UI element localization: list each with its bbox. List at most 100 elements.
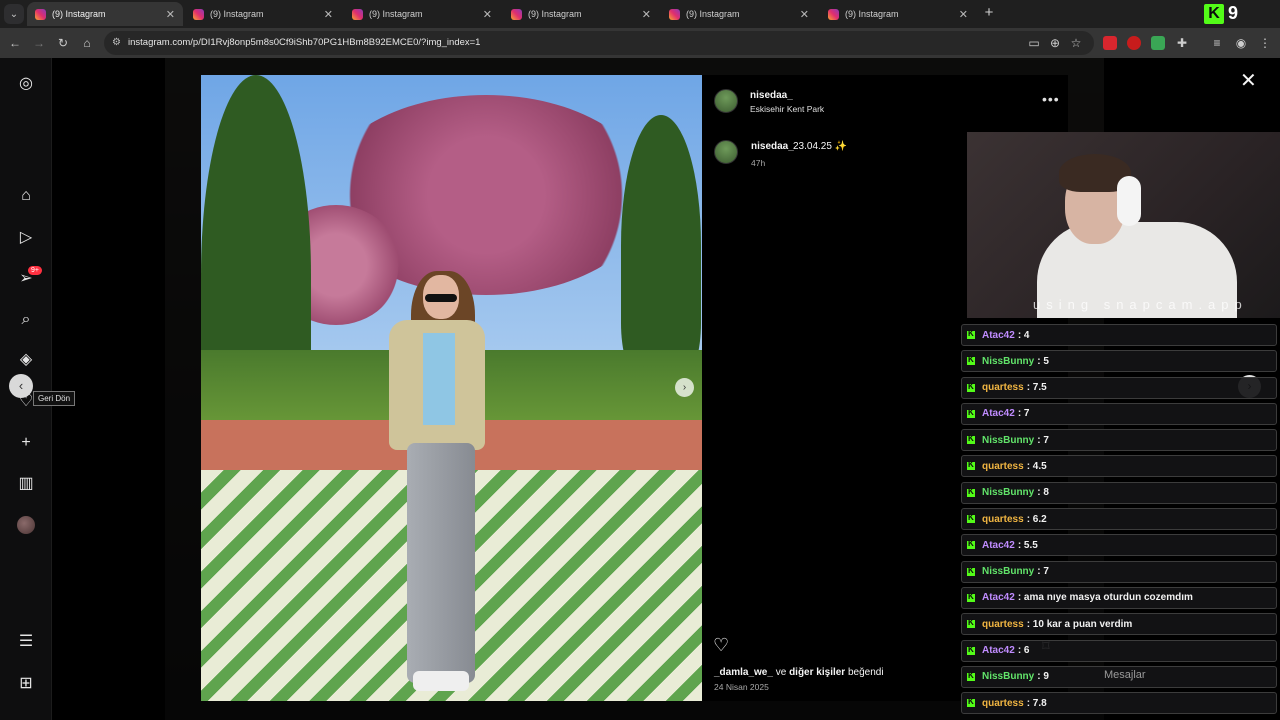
likes-others[interactable]: diğer kişiler (789, 667, 845, 678)
more-options-icon[interactable]: ••• (1042, 91, 1060, 107)
chat-username[interactable]: NissBunny (982, 435, 1034, 446)
tab-title: (9) Instagram (369, 9, 423, 19)
bookmark-star-icon[interactable]: ☆ (1067, 34, 1085, 52)
browser-tab[interactable]: (9) Instagram ✕ (27, 2, 183, 26)
dashboard-icon[interactable]: ▥ (16, 474, 36, 494)
chat-message: Atac42: 6 (961, 639, 1277, 662)
close-tab-icon[interactable]: ✕ (166, 8, 175, 21)
search-icon[interactable]: ⌕ (16, 310, 36, 330)
next-image-button[interactable]: › (675, 378, 694, 397)
chat-message: Atac42: ama nıye masya oturdun cozemdım (961, 586, 1277, 609)
chat-username[interactable]: NissBunny (982, 566, 1034, 577)
stream-chat: Atac42: 4 NissBunny: 5 quartess: 7.5 Atac42… (961, 324, 1277, 718)
chat-text: 6 (1023, 645, 1030, 657)
back-button[interactable]: ‹ (9, 374, 33, 398)
chat-username[interactable]: quartess (982, 382, 1024, 393)
chat-text: 7 (1043, 434, 1049, 446)
caption-avatar[interactable] (714, 140, 738, 164)
browser-tab[interactable]: (9) Instagram ✕ (820, 2, 976, 26)
chat-username[interactable]: quartess (982, 698, 1024, 709)
chat-username[interactable]: NissBunny (982, 487, 1034, 498)
kick-badge-icon (967, 434, 975, 445)
browser-menu-icon[interactable]: ⋮ (1256, 34, 1274, 52)
author-username[interactable]: nisedaa_ (750, 90, 793, 101)
chat-message: NissBunny: 5 (961, 350, 1277, 373)
chat-username[interactable]: NissBunny (982, 356, 1034, 367)
chat-username[interactable]: quartess (982, 514, 1024, 525)
new-tab-button[interactable]: + (980, 4, 998, 22)
caption-time: 47h (751, 158, 766, 168)
caption-username[interactable]: nisedaa_ (751, 141, 794, 152)
chat-text: 6.2 (1032, 513, 1047, 525)
create-icon[interactable]: + (16, 433, 36, 453)
browser-toolbar: ← → ↻ ⌂ ⚙ instagram.com/p/DI1Rvj8onp5m8s… (0, 28, 1280, 58)
chat-text: 5 (1043, 355, 1049, 367)
shield-extension-icon[interactable] (1151, 36, 1165, 50)
address-bar[interactable]: ⚙ instagram.com/p/DI1Rvj8onp5m8s0Cf9iShb… (104, 31, 1094, 55)
site-settings-icon[interactable]: ⚙ (112, 31, 121, 55)
chat-text: 9 (1043, 671, 1049, 683)
back-icon[interactable]: ← (6, 34, 24, 52)
kick-badge-icon (967, 645, 975, 655)
author-avatar[interactable] (714, 89, 738, 113)
chat-message: quartess: 6.2 (961, 508, 1277, 531)
explore-icon[interactable]: ◈ (16, 350, 36, 370)
instagram-favicon-icon (511, 8, 522, 20)
zoom-icon[interactable]: ⊕ (1046, 34, 1064, 52)
kick-badge-icon (967, 382, 975, 392)
chat-username[interactable]: quartess (982, 461, 1024, 472)
close-tab-icon[interactable]: ✕ (800, 8, 809, 21)
home-icon[interactable]: ⌂ (16, 186, 36, 206)
chat-message: quartess: 7.8 (961, 692, 1277, 715)
forward-icon[interactable]: → (30, 34, 48, 52)
menu-icon[interactable]: ☰ (16, 632, 36, 652)
profile-avatar[interactable] (17, 516, 35, 534)
browser-tab[interactable]: (9) Instagram ✕ (344, 2, 500, 26)
chat-username[interactable]: Atac42 (982, 540, 1015, 551)
browser-tab[interactable]: (9) Instagram ✕ (185, 2, 341, 26)
adblock-extension-icon[interactable] (1103, 36, 1117, 50)
reload-icon[interactable]: ↻ (54, 34, 72, 52)
chat-message: NissBunny: 7 (961, 560, 1277, 583)
extensions-puzzle-icon[interactable]: ✚ (1173, 34, 1191, 52)
close-icon[interactable]: ✕ (1240, 68, 1257, 93)
close-tab-icon[interactable]: ✕ (959, 8, 968, 21)
chat-text: 7 (1023, 408, 1030, 420)
chat-text: 7 (1043, 566, 1049, 578)
media-controls-icon[interactable]: ≡ (1208, 34, 1226, 52)
home-page-icon[interactable]: ⌂ (78, 34, 96, 52)
url-text: instagram.com/p/DI1Rvj8onp5m8s0Cf9iShb70… (128, 37, 481, 48)
more-apps-icon[interactable]: ⊞ (16, 674, 36, 694)
kick-badge-icon (967, 618, 975, 629)
instagram-favicon-icon (35, 8, 46, 20)
instagram-page: ◎ ⌂ ▷ ➢ 9+ ⌕ ◈ ♡ + ▥ ☰ ⊞ ‹ Geri Dön › ni (0, 58, 1280, 720)
chat-text: 8 (1043, 487, 1049, 499)
browser-tab[interactable]: (9) Instagram ✕ (661, 2, 817, 26)
post-date: 24 Nisan 2025 (714, 682, 769, 692)
chat-username[interactable]: Atac42 (982, 645, 1015, 656)
chat-username[interactable]: NissBunny (982, 671, 1034, 682)
likes-user[interactable]: _damla_we_ (714, 667, 773, 678)
profile-icon[interactable]: ◉ (1232, 34, 1250, 52)
reels-icon[interactable]: ▷ (16, 228, 36, 248)
close-tab-icon[interactable]: ✕ (324, 8, 333, 21)
chat-username[interactable]: Atac42 (982, 330, 1015, 341)
tab-title: (9) Instagram (845, 9, 899, 19)
chat-message: quartess: 4.5 (961, 455, 1277, 478)
post-photo[interactable] (201, 75, 702, 701)
chat-username[interactable]: Atac42 (982, 408, 1015, 419)
browser-tab[interactable]: (9) Instagram ✕ (503, 2, 659, 26)
extension-icon[interactable] (1127, 36, 1141, 50)
install-app-icon[interactable]: ▭ (1025, 34, 1043, 52)
post-location[interactable]: Eskisehir Kent Park (750, 104, 824, 114)
chat-username[interactable]: quartess (982, 619, 1024, 630)
messages-label[interactable]: Mesajlar (1104, 669, 1146, 681)
kick-badge-icon (967, 539, 975, 550)
likes-mid: ve (775, 667, 787, 678)
close-tab-icon[interactable]: ✕ (642, 8, 651, 21)
chat-username[interactable]: Atac42 (982, 592, 1015, 603)
like-heart-icon[interactable]: ♡ (713, 635, 729, 656)
close-tab-icon[interactable]: ✕ (483, 8, 492, 21)
instagram-icon[interactable]: ◎ (16, 74, 36, 94)
tab-search-button[interactable]: ⌄ (4, 4, 24, 24)
